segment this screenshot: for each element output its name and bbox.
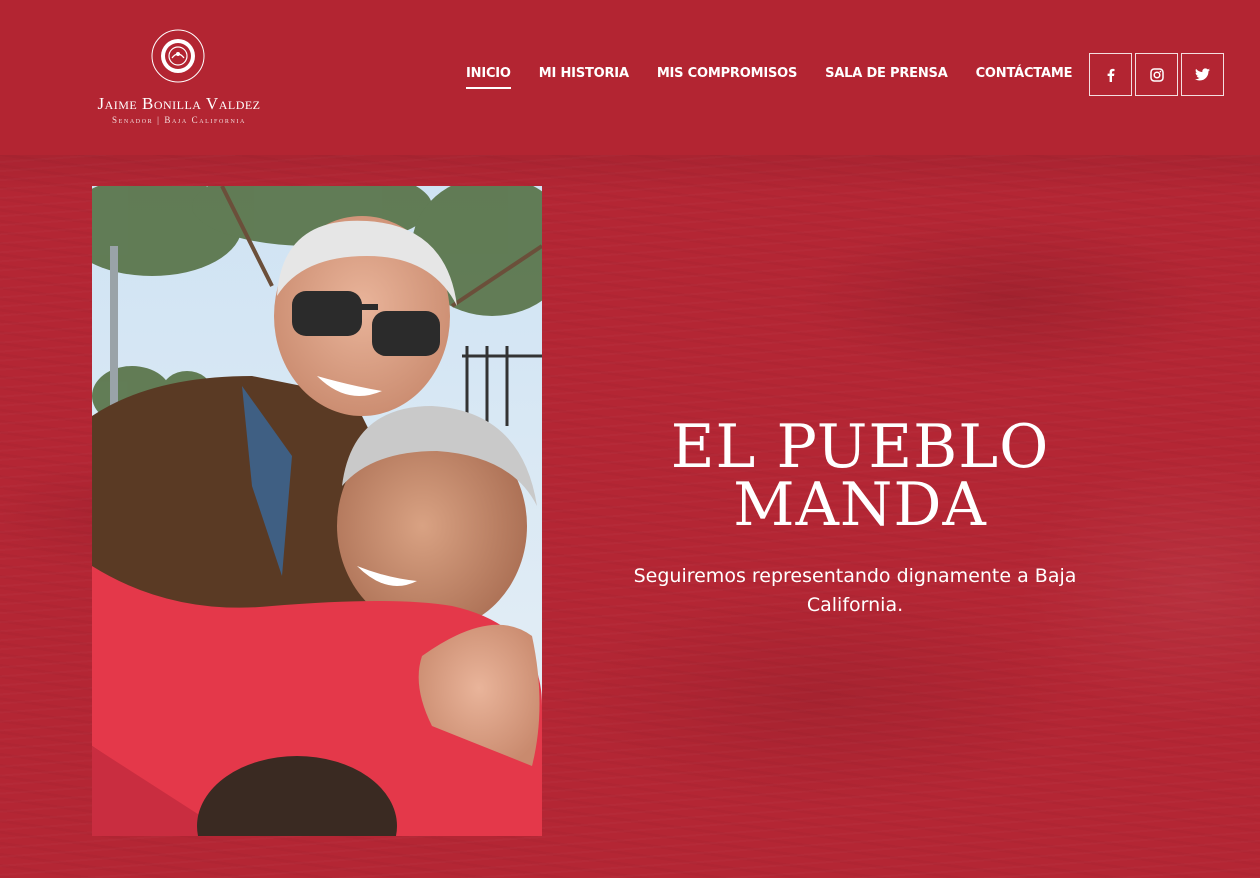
hero-title-line1: EL PUEBLO: [670, 412, 1050, 482]
brand-name: Jaime Bonilla Valdez: [97, 94, 261, 113]
hero-title: EL PUEBLO MANDA: [590, 412, 1130, 540]
nav-item-inicio[interactable]: INICIO: [466, 66, 511, 89]
twitter-icon: [1195, 68, 1210, 81]
nav-item-mis-compromisos[interactable]: MIS COMPROMISOS: [657, 66, 798, 89]
twitter-button[interactable]: [1181, 53, 1224, 96]
facebook-button[interactable]: [1089, 53, 1132, 96]
main-nav: INICIO MI HISTORIA MIS COMPROMISOS SALA …: [466, 66, 1100, 89]
hero-subtitle: Seguiremos representando dignamente a Ba…: [633, 565, 1077, 616]
site-logo[interactable]: Jaime Bonilla Valdez Senador | Baja Cali…: [84, 24, 274, 134]
hero-photo: [92, 186, 542, 836]
hero-title-line2: MANDA: [733, 470, 987, 540]
brand-subtitle: Senador | Baja California: [112, 115, 246, 125]
instagram-icon: [1149, 67, 1164, 82]
social-links: [1089, 53, 1224, 96]
facebook-icon: [1107, 68, 1114, 82]
instagram-button[interactable]: [1135, 53, 1178, 96]
nav-item-contactame[interactable]: CONTÁCTAME: [976, 66, 1073, 89]
site-header: Jaime Bonilla Valdez Senador | Baja Cali…: [0, 0, 1260, 155]
senate-seal-icon: [151, 29, 205, 83]
nav-item-sala-de-prensa[interactable]: SALA DE PRENSA: [825, 66, 948, 89]
hero-photo-illustration: [92, 186, 542, 836]
nav-item-mi-historia[interactable]: MI HISTORIA: [539, 66, 629, 89]
